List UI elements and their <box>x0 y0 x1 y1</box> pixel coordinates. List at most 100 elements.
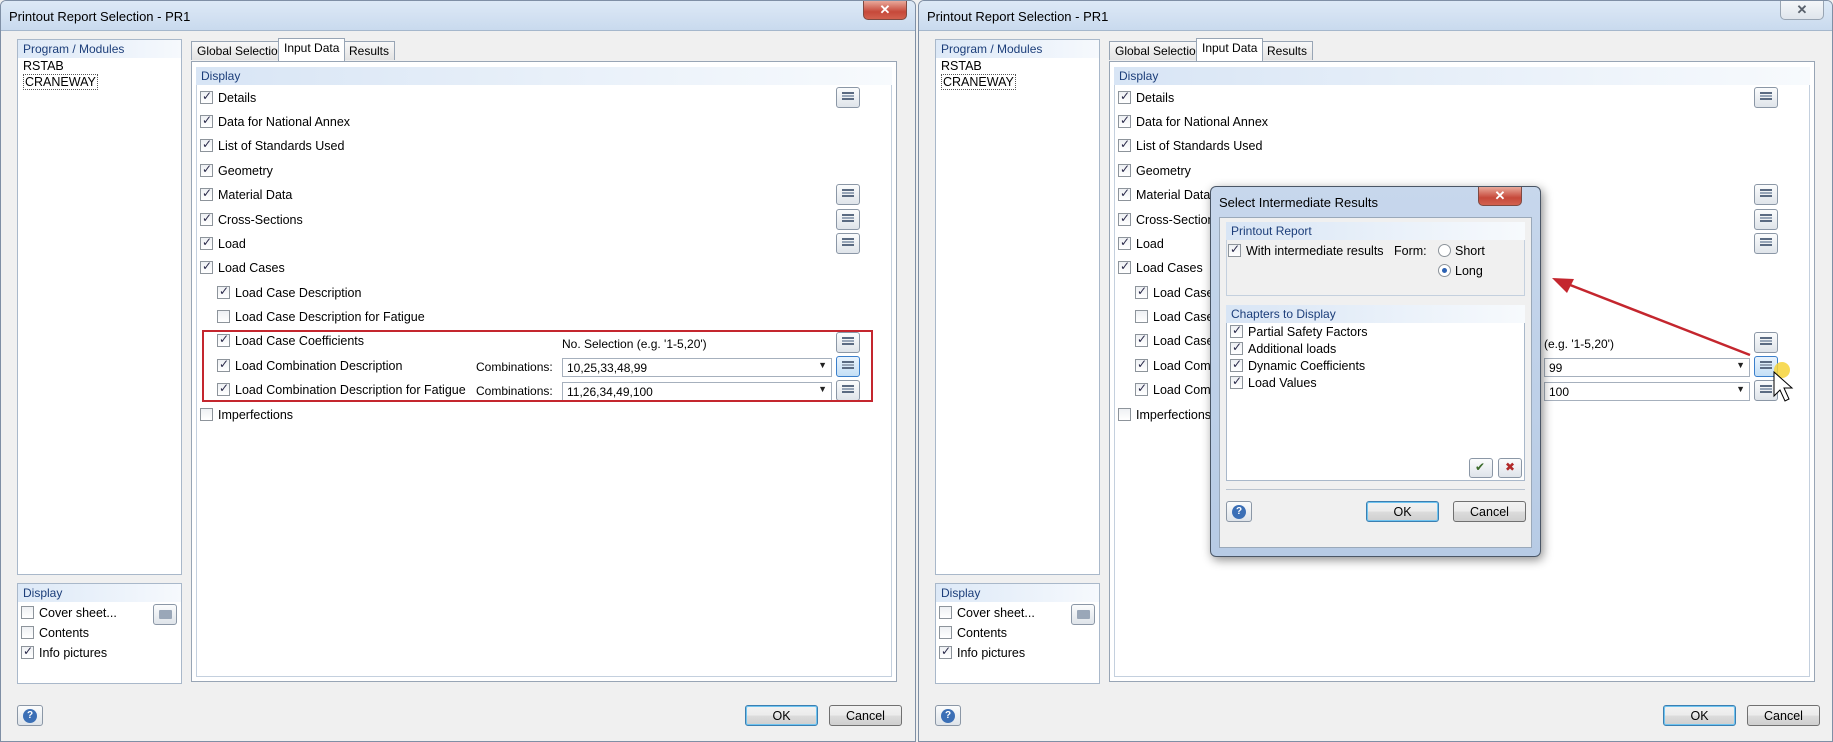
tab-global-selection[interactable]: Global Selection <box>191 41 291 60</box>
deselect-all-button[interactable]: ✖ <box>1498 458 1522 478</box>
material-data-checkbox[interactable]: Material Data <box>200 186 292 202</box>
standards-used-checkbox[interactable]: List of Standards Used <box>1118 137 1262 153</box>
with-intermediate-checkbox[interactable]: With intermediate results <box>1228 242 1384 258</box>
load-checkbox[interactable]: Load <box>200 235 246 251</box>
module-item-rstab[interactable]: RSTAB <box>18 58 181 74</box>
folder-icon <box>159 610 172 619</box>
close-button[interactable]: ✕ <box>1780 1 1824 20</box>
chevron-down-icon[interactable]: ▼ <box>1736 360 1745 370</box>
list-icon <box>842 92 854 103</box>
material-options-button[interactable] <box>1754 184 1778 205</box>
material-options-button[interactable] <box>836 184 860 205</box>
select-all-button[interactable]: ✔ <box>1469 458 1493 478</box>
lc-description-fatigue-checkbox[interactable]: Load Case Description for Fatigue <box>217 310 425 324</box>
load-checkbox[interactable]: Load <box>1118 235 1164 251</box>
section-header: Display <box>1114 67 1810 85</box>
help-button[interactable]: ? <box>935 705 961 726</box>
window-title: Printout Report Selection - PR1 <box>9 9 191 24</box>
module-item-rstab[interactable]: RSTAB <box>936 58 1099 74</box>
tab-global-selection[interactable]: Global Selection <box>1109 41 1209 60</box>
cross-sections-checkbox[interactable]: Cross-Sections <box>1118 211 1221 227</box>
cover-sheet-checkbox[interactable]: Cover sheet... <box>939 606 1035 620</box>
cover-sheet-checkbox[interactable]: Cover sheet... <box>21 606 117 620</box>
lc-coefficients-options-button[interactable] <box>1754 332 1778 353</box>
tab-input-data[interactable]: Input Data <box>278 38 346 61</box>
cross-sections-checkbox[interactable]: Cross-Sections <box>200 211 303 227</box>
tab-input-data[interactable]: Input Data <box>1196 38 1264 61</box>
help-icon: ? <box>1232 504 1246 519</box>
lc-description-checkbox[interactable]: Load Case Description <box>217 284 361 300</box>
list-icon <box>1760 214 1772 225</box>
cross-section-options-button[interactable] <box>1754 209 1778 230</box>
cross-section-options-button[interactable] <box>836 209 860 230</box>
combinations-fatigue-combo[interactable]: 100 ▼ <box>1544 382 1750 401</box>
combinations-combo[interactable]: 99 ▼ <box>1544 358 1750 377</box>
ok-button[interactable]: OK <box>745 705 818 726</box>
cover-sheet-settings-button[interactable] <box>153 604 177 625</box>
imperfections-checkbox[interactable]: Imperfections <box>200 408 293 422</box>
chevron-down-icon[interactable]: ▼ <box>1736 384 1745 394</box>
help-button[interactable]: ? <box>17 705 43 726</box>
tab-results[interactable]: Results <box>343 41 396 60</box>
cover-sheet-settings-button[interactable] <box>1071 604 1095 625</box>
details-options-button[interactable] <box>836 87 860 108</box>
geometry-checkbox[interactable]: Geometry <box>200 162 273 178</box>
geometry-checkbox[interactable]: Geometry <box>1118 162 1191 178</box>
dialog-body: Printout Report With intermediate result… <box>1219 217 1532 548</box>
dialog-separator <box>1226 489 1525 490</box>
lco-options-button[interactable] <box>1754 356 1778 377</box>
dialog-title: Select Intermediate Results <box>1219 195 1378 210</box>
ok-button[interactable]: OK <box>1366 501 1439 522</box>
load-cases-checkbox[interactable]: Load Cases <box>200 259 285 275</box>
window-title: Printout Report Selection - PR1 <box>927 9 1109 24</box>
close-button[interactable]: ✕ <box>863 1 907 20</box>
chapter-additional-loads[interactable]: Additional loads <box>1230 340 1336 356</box>
list-icon <box>1760 385 1772 396</box>
close-icon: ✕ <box>879 2 891 17</box>
chapters-header: Chapters to Display <box>1226 305 1525 323</box>
standards-used-checkbox[interactable]: List of Standards Used <box>200 137 344 153</box>
cancel-button[interactable]: Cancel <box>829 705 902 726</box>
list-icon <box>1760 238 1772 249</box>
load-cases-checkbox[interactable]: Load Cases <box>1118 259 1203 275</box>
load-options-button[interactable] <box>836 233 860 254</box>
load-options-button[interactable] <box>1754 233 1778 254</box>
chapter-load-values[interactable]: Load Values <box>1230 374 1317 390</box>
chapter-dynamic-coefficients[interactable]: Dynamic Coefficients <box>1230 357 1365 373</box>
form-short-radio[interactable]: Short <box>1438 244 1485 258</box>
details-options-button[interactable] <box>1754 87 1778 108</box>
close-button[interactable]: ✕ <box>1478 187 1522 206</box>
details-checkbox[interactable]: Details <box>1118 89 1174 105</box>
checkbox-box[interactable] <box>21 644 34 659</box>
display-panel: Display Cover sheet... Contents Info pic… <box>17 583 182 684</box>
close-icon: ✕ <box>1796 2 1808 17</box>
checkbox-box[interactable] <box>21 626 34 639</box>
cancel-button[interactable]: Cancel <box>1453 501 1526 522</box>
help-icon: ? <box>23 708 37 723</box>
form-long-radio[interactable]: Long <box>1438 264 1483 278</box>
contents-checkbox[interactable]: Contents <box>21 626 89 640</box>
info-pictures-checkbox[interactable]: Info pictures <box>939 644 1025 660</box>
imperfections-checkbox[interactable]: Imperfections <box>1118 408 1211 422</box>
national-annex-checkbox[interactable]: Data for National Annex <box>200 113 350 129</box>
modules-panel: Program / Modules RSTAB CRANEWAY <box>935 39 1100 575</box>
module-item-craneway[interactable]: CRANEWAY <box>18 74 181 90</box>
lco-fatigue-options-button[interactable] <box>1754 380 1778 401</box>
national-annex-checkbox[interactable]: Data for National Annex <box>1118 113 1268 129</box>
info-pictures-checkbox[interactable]: Info pictures <box>21 644 107 660</box>
help-button[interactable]: ? <box>1226 501 1252 522</box>
module-item-craneway[interactable]: CRANEWAY <box>936 74 1099 90</box>
list-icon <box>842 238 854 249</box>
cancel-button[interactable]: Cancel <box>1747 705 1820 726</box>
checkbox-box[interactable] <box>21 606 34 619</box>
tab-results[interactable]: Results <box>1261 41 1314 60</box>
contents-checkbox[interactable]: Contents <box>939 626 1007 640</box>
section-header: Display <box>196 67 892 85</box>
ok-button[interactable]: OK <box>1663 705 1736 726</box>
chapter-partial-safety-factors[interactable]: Partial Safety Factors <box>1230 323 1368 339</box>
details-checkbox[interactable]: Details <box>200 89 256 105</box>
form-label: Form: <box>1394 244 1427 258</box>
intermediate-results-dialog: Select Intermediate Results ✕ Printout R… <box>1210 186 1541 557</box>
left-content-panel: Display Details Data for National Annex … <box>191 61 897 682</box>
material-data-checkbox[interactable]: Material Data <box>1118 186 1210 202</box>
